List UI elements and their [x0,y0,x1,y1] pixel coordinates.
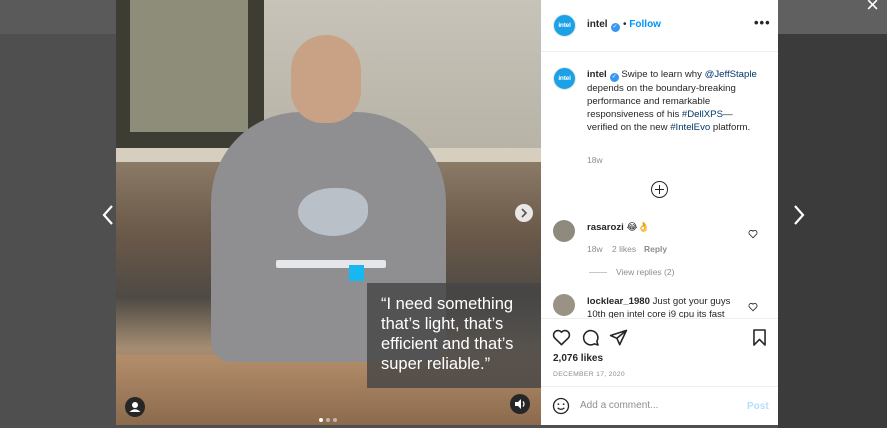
commenter-avatar[interactable] [553,220,575,242]
caption-avatar[interactable]: intel [553,67,576,90]
media-pigeon-print [298,188,368,236]
comment-likes[interactable]: 2 likes [612,244,636,254]
reply-button[interactable]: Reply [644,244,667,254]
post-date[interactable]: DECEMBER 17, 2020 [553,371,625,378]
media-window [116,0,264,148]
follow-label: Follow [629,19,661,30]
previous-post-arrow-icon[interactable] [101,203,115,227]
author-username-link[interactable]: intel ✓ [587,19,620,32]
avatar-logo-text: intel [558,22,571,29]
carousel-dot [326,418,330,422]
quote-text: “I need something that’s light, that’s e… [381,295,514,373]
author-username: intel [587,19,608,30]
carousel-dot [333,418,337,422]
load-more-comments-icon[interactable] [651,181,668,198]
verified-badge-icon: ✓ [609,73,619,82]
like-count[interactable]: 2,076 likes [553,353,603,364]
like-heart-icon[interactable] [552,328,571,352]
sound-toggle-icon[interactable] [510,394,530,414]
comment-input[interactable] [580,400,730,411]
more-options-icon[interactable]: ••• [754,15,771,30]
comment: rasarozi 😂👌 [587,222,650,233]
follow-button[interactable]: • Follow [623,19,661,30]
commenter-avatar[interactable] [553,294,575,316]
post-detail-panel: intel intel ✓ • Follow ••• intel intel ✓ S… [541,0,778,425]
media-blue-tag [349,265,364,281]
post-media[interactable]: “I need something that’s light, that’s e… [116,0,541,425]
carousel-indicator [319,409,340,425]
caption-username[interactable]: intel [587,69,607,80]
comment-username[interactable]: rasarozi [587,222,624,233]
like-comment-heart-icon[interactable] [748,299,758,312]
background-feed-right [778,34,887,428]
save-bookmark-icon[interactable] [750,328,769,352]
carousel-dot [319,418,323,422]
caption-text: platform. [710,122,751,133]
hashtag-link[interactable]: #DellXPS [682,109,723,120]
quote-overlay: “I need something that’s light, that’s e… [367,283,541,388]
post-caption: intel ✓ Swipe to learn why @JeffStaple de… [587,68,763,134]
comment-text: 😂👌 [626,222,650,233]
comment-username[interactable]: locklear_1980 [587,296,650,307]
carousel-next-icon[interactable] [515,204,533,222]
share-paper-plane-icon[interactable] [609,328,628,352]
author-avatar[interactable]: intel [553,14,576,37]
tagged-user-icon[interactable] [125,397,145,417]
like-comment-heart-icon[interactable] [748,226,758,239]
comment: locklear_1980 Just got your guys 10th ge… [587,296,737,318]
verified-badge-icon: ✓ [610,23,620,32]
close-icon[interactable]: × [866,0,879,16]
view-replies-button[interactable]: View replies (2) [589,267,674,277]
media-person-head [291,35,361,123]
post-actions: 2,076 likes DECEMBER 17, 2020 [541,318,778,387]
emoji-picker-icon[interactable] [552,397,570,420]
caption-text: Swipe to learn why [618,69,705,80]
separator: • [623,19,627,30]
comment-bubble-icon[interactable] [581,328,600,352]
hashtag-link[interactable]: #IntelEvo [670,122,710,133]
caption-age: 18w [587,155,603,165]
caption-mention-link[interactable]: @JeffStaple [705,69,757,80]
media-laptop [276,260,386,268]
post-header: intel intel ✓ • Follow ••• [541,0,778,52]
add-comment-bar: Post [541,386,778,426]
next-post-arrow-icon[interactable] [792,203,806,227]
avatar-logo-text: intel [558,75,571,82]
post-comment-button[interactable]: Post [747,401,769,412]
comment-age: 18w [587,244,603,254]
